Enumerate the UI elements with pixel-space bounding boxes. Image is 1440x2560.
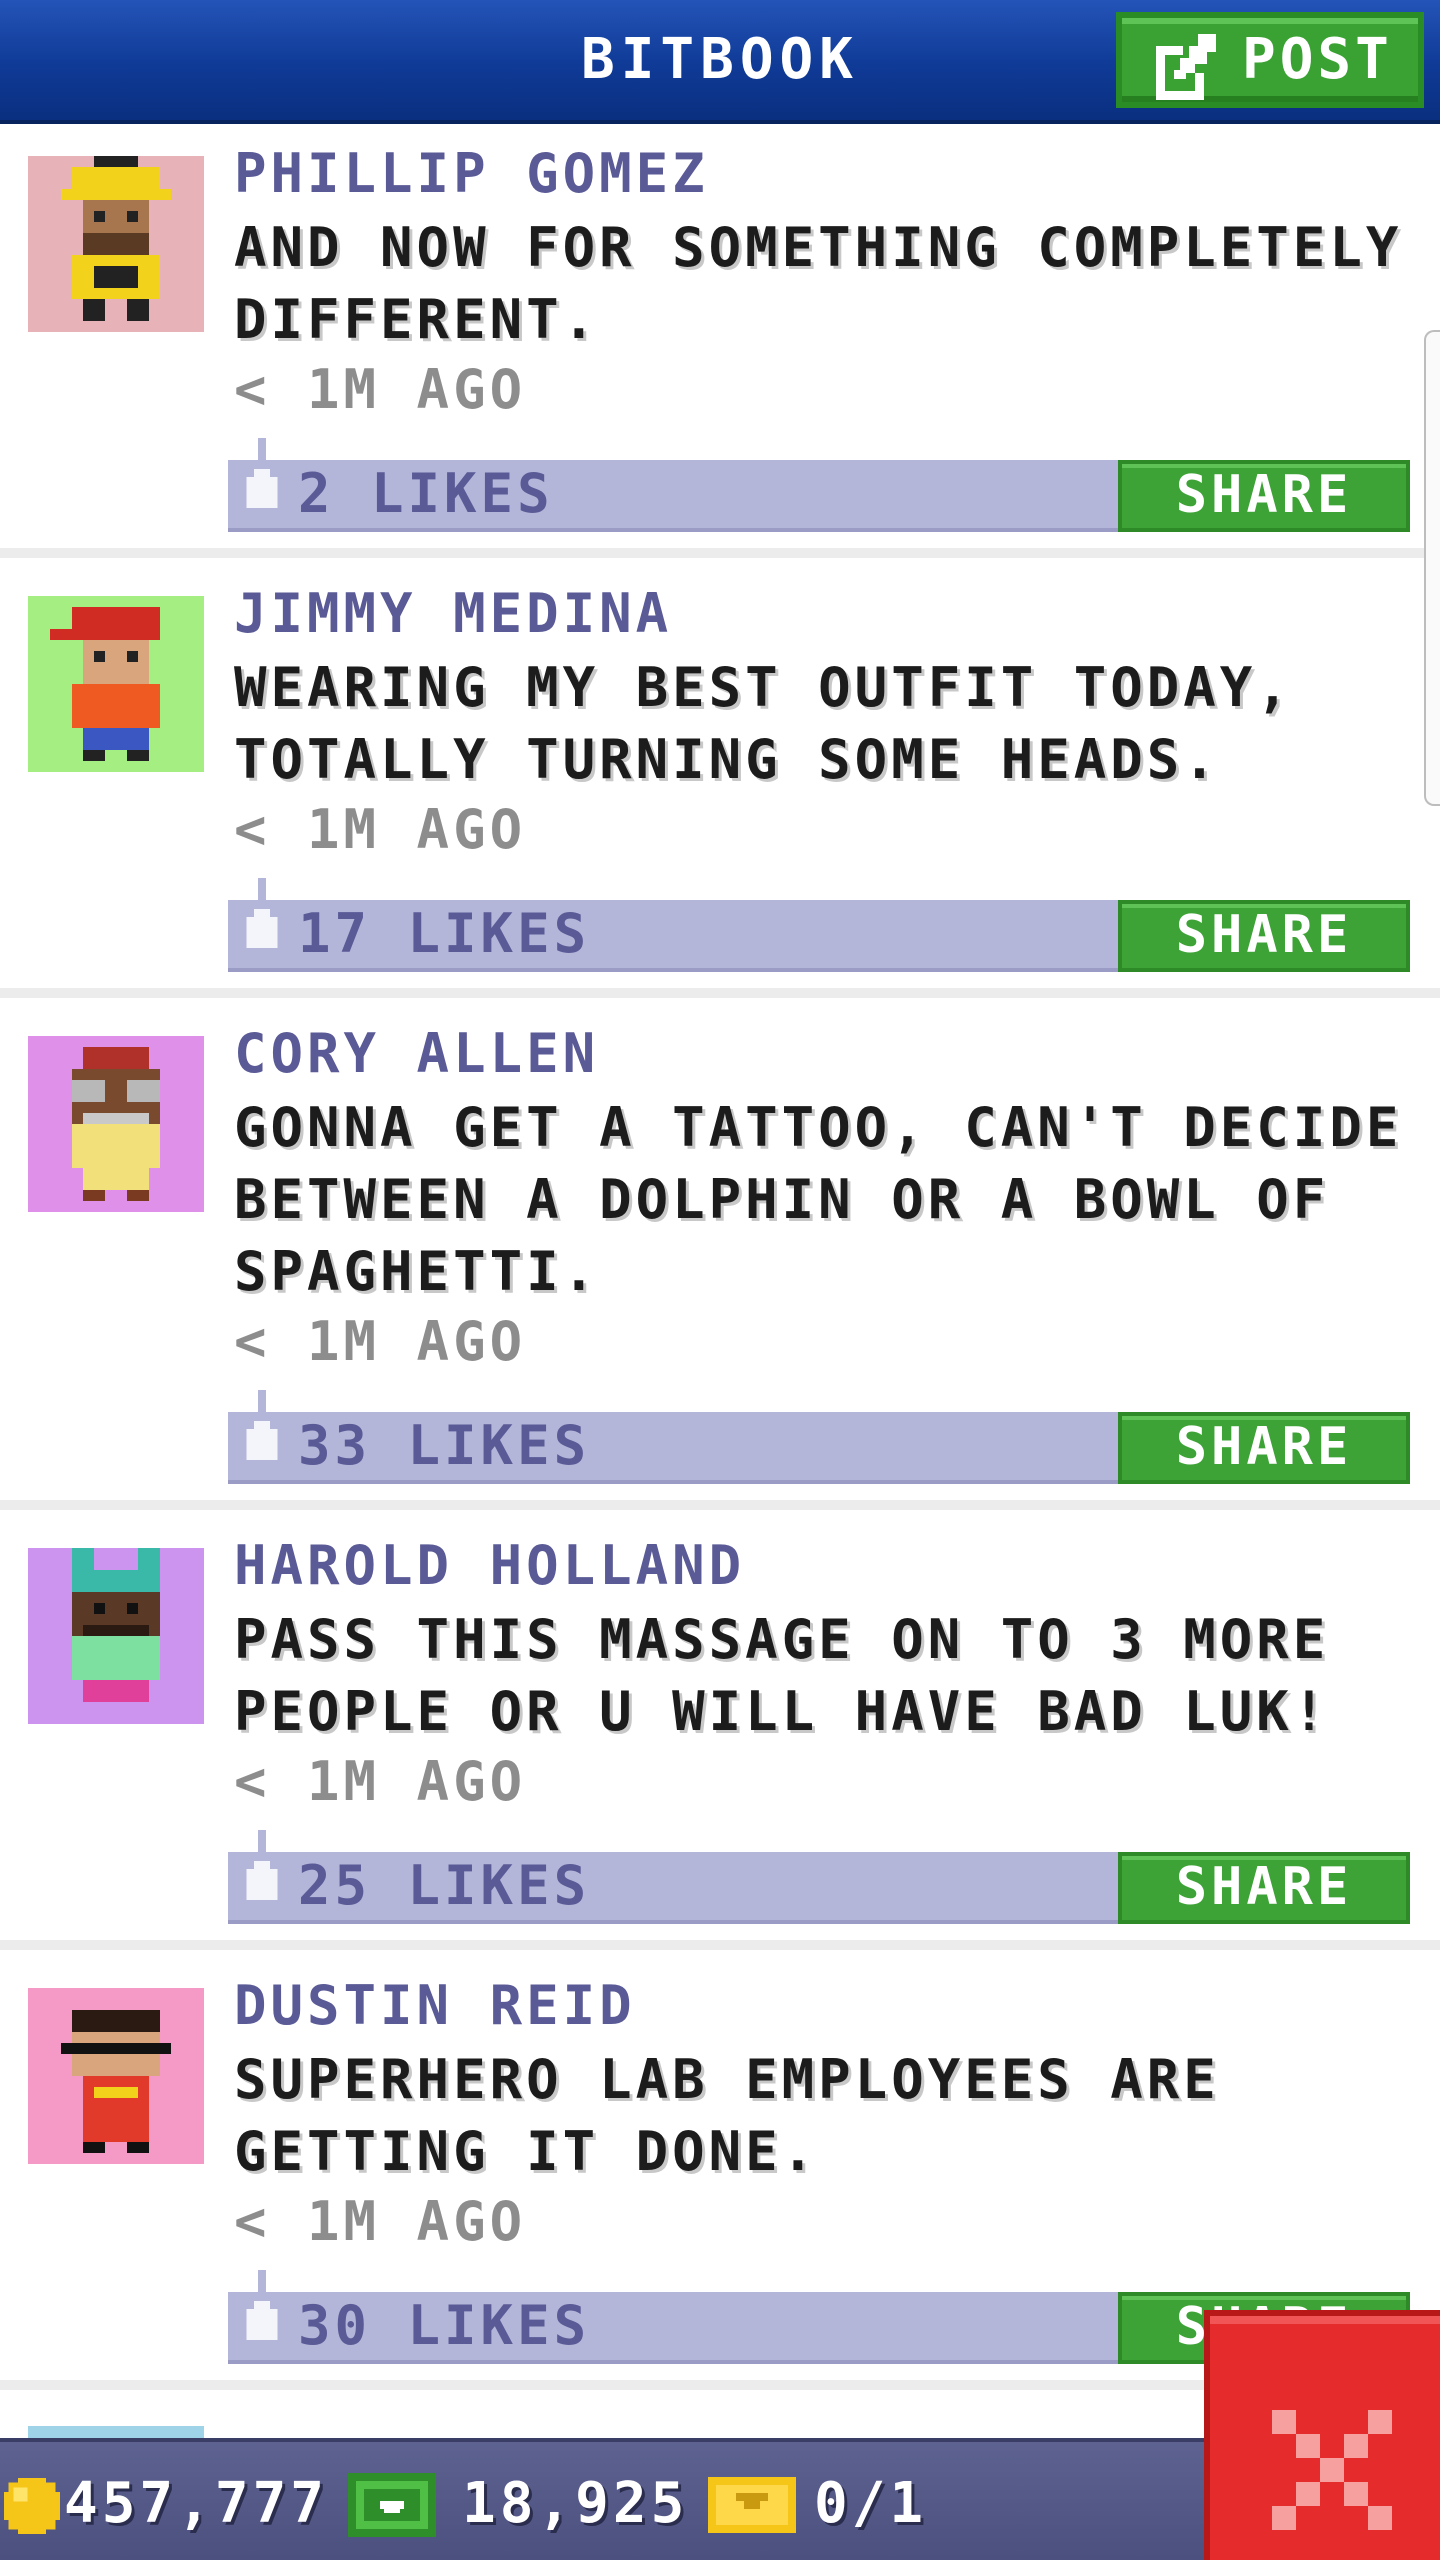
thumbs-up-icon[interactable] [242,1830,282,1908]
feed-post: HAROLD HOLLAND PASS THIS MASSAGE ON TO 3… [0,1516,1440,1950]
post-time: < 1M AGO [234,1750,527,1813]
likes-count: 17 LIKES [298,902,591,965]
post-time: < 1M AGO [234,1310,527,1373]
thumbs-up-icon[interactable] [242,438,282,516]
message-line: TOTALLY TURNING SOME HEADS. [234,728,1220,791]
avatar[interactable] [28,1988,204,2164]
post-time: < 1M AGO [234,2190,527,2253]
divider [0,548,1440,558]
avatar[interactable] [28,596,204,772]
post-message: SUPERHERO LAB EMPLOYEES ARE GETTING IT D… [234,2044,1414,2188]
close-icon [1272,2410,1392,2530]
divider [0,988,1440,998]
character-sprite-icon [28,1548,204,1724]
divider [0,1940,1440,1950]
feed-list[interactable]: PHILLIP GOMEZ AND NOW FOR SOMETHING COMP… [0,124,1440,2438]
avatar[interactable] [28,156,204,332]
share-button[interactable]: SHARE [1118,460,1410,532]
post-author: JIMMY MEDINA [234,582,673,645]
likes-count: 30 LIKES [298,2294,591,2357]
share-button[interactable]: SHARE [1118,900,1410,972]
post-message: WEARING MY BEST OUTFIT TODAY, TOTALLY TU… [234,652,1414,796]
avatar[interactable] [28,2426,204,2438]
message-line: WEARING MY BEST OUTFIT TODAY, [234,656,1293,719]
message-line: PASS THIS MASSAGE ON TO 3 MORE [234,1608,1330,1671]
avatar[interactable] [28,1548,204,1724]
thumbs-up-icon[interactable] [242,1390,282,1468]
likes-bar: 25 LIKES SHARE [228,1830,1410,1924]
coins-count: 457,777 [64,2471,329,2536]
post-time: < 1M AGO [234,358,527,421]
likes-bar: 33 LIKES SHARE [228,1390,1410,1484]
likes-count: 25 LIKES [298,1854,591,1917]
message-line: GETTING IT DONE. [234,2120,819,2183]
message-line: SPAGHETTI. [234,1240,600,1303]
message-line: DIFFERENT. [234,288,600,351]
divider [0,1500,1440,1510]
likes-count: 2 LIKES [298,462,554,525]
feed-post: CORY ALLEN GONNA GET A TATTOO, CAN'T DEC… [0,1004,1440,1510]
character-sprite-icon [28,156,204,332]
message-line: AND NOW FOR SOMETHING COMPLETELY [234,216,1403,279]
post-message: GONNA GET A TATTOO, CAN'T DECIDE BETWEEN… [234,1092,1414,1308]
ticket-count: 0/1 [814,2471,928,2536]
post-time: < 1M AGO [234,798,527,861]
top-header: BITBOOK POST [0,0,1440,124]
character-sprite-icon [28,596,204,772]
message-line: PEOPLE OR U WILL HAVE BAD LUK! [234,1680,1330,1743]
post-author: CORY ALLEN [234,1022,600,1085]
bux-count: 18,925 [462,2471,689,2536]
bux-icon [348,2473,436,2537]
likes-bar: 2 LIKES SHARE [228,438,1410,532]
share-button[interactable]: SHARE [1118,1852,1410,1924]
share-button[interactable]: SHARE [1118,1412,1410,1484]
post-message: PASS THIS MASSAGE ON TO 3 MORE PEOPLE OR… [234,1604,1414,1748]
message-line: SUPERHERO LAB EMPLOYEES ARE [234,2048,1220,2111]
character-sprite-icon [28,1036,204,1212]
post-message: AND NOW FOR SOMETHING COMPLETELY DIFFERE… [234,212,1414,356]
post-author: HAROLD HOLLAND [234,1534,746,1597]
coin-icon [4,2478,60,2534]
close-button[interactable] [1204,2310,1440,2560]
post-label: POST [1242,27,1393,92]
feed-post: JIMMY MEDINA WEARING MY BEST OUTFIT TODA… [0,564,1440,998]
thumbs-up-icon[interactable] [242,2270,282,2348]
feed-post: PHILLIP GOMEZ AND NOW FOR SOMETHING COMP… [0,124,1440,558]
message-line: BETWEEN A DOLPHIN OR A BOWL OF [234,1168,1330,1231]
message-line: GONNA GET A TATTOO, CAN'T DECIDE [234,1096,1403,1159]
scrollbar-thumb[interactable] [1424,330,1440,806]
character-sprite-icon [28,1988,204,2164]
likes-bar: 17 LIKES SHARE [228,878,1410,972]
edit-icon [1156,34,1222,100]
likes-count: 33 LIKES [298,1414,591,1477]
thumbs-up-icon[interactable] [242,878,282,956]
post-button[interactable]: POST [1116,12,1424,108]
post-author: DUSTIN REID [234,1974,636,2037]
ticket-icon [708,2477,796,2533]
avatar[interactable] [28,1036,204,1212]
post-author: PHILLIP GOMEZ [234,142,709,205]
